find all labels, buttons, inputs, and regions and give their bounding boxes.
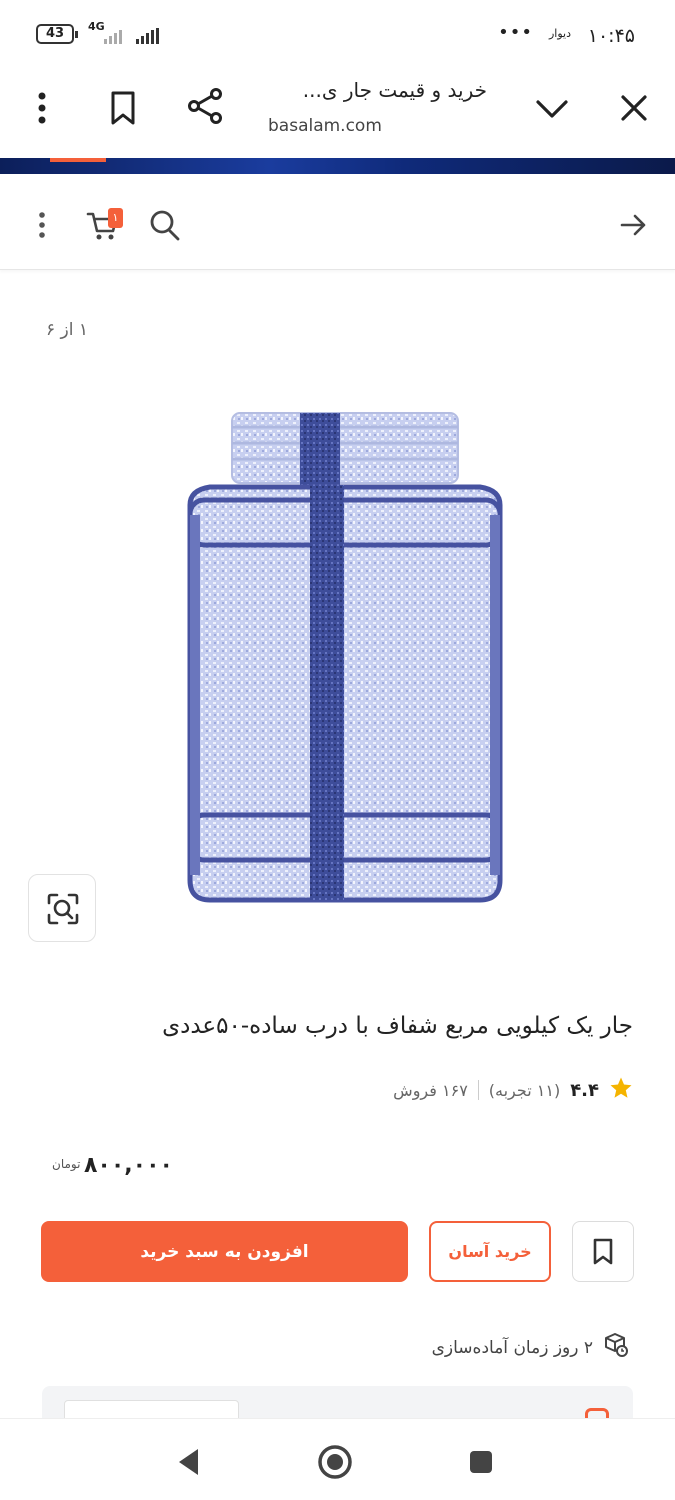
easy-buy-label: خرید آسان bbox=[448, 1242, 532, 1261]
more-options-icon[interactable] bbox=[32, 210, 52, 240]
back-icon[interactable] bbox=[176, 1447, 202, 1477]
easy-buy-button[interactable]: خرید آسان bbox=[429, 1221, 551, 1282]
arrow-right-icon[interactable] bbox=[620, 212, 648, 238]
add-to-cart-label: افزودن به سبد خرید bbox=[140, 1241, 309, 1262]
status-bar: 43 4G ••• دیوار ۱۰:۴۵ bbox=[0, 0, 675, 70]
add-to-cart-button[interactable]: افزودن به سبد خرید bbox=[41, 1221, 408, 1282]
more-menu-icon[interactable] bbox=[28, 90, 56, 126]
system-nav-bar bbox=[0, 1418, 675, 1500]
signal-icon bbox=[136, 28, 159, 44]
review-count[interactable]: (۱۱ تجربه) bbox=[489, 1081, 560, 1100]
clock: ۱۰:۴۵ bbox=[587, 25, 635, 47]
gallery-counter: ۱ از ۶ bbox=[46, 320, 89, 340]
star-icon bbox=[609, 1076, 633, 1104]
home-icon[interactable] bbox=[316, 1443, 354, 1481]
product-price: ۸۰۰,۰۰۰ bbox=[84, 1153, 173, 1178]
prep-time-text: ۲ روز زمان آماده‌سازی bbox=[431, 1337, 593, 1358]
divider bbox=[477, 1080, 479, 1100]
package-clock-icon bbox=[603, 1332, 629, 1363]
save-product-button[interactable] bbox=[572, 1221, 634, 1282]
bookmark-icon[interactable] bbox=[108, 90, 138, 126]
rating-score: ۴.۴ bbox=[570, 1079, 599, 1101]
app-header: ۱ bbox=[0, 178, 675, 270]
signal-icon-secondary bbox=[104, 28, 122, 44]
close-icon[interactable] bbox=[618, 92, 650, 124]
search-icon[interactable] bbox=[148, 208, 182, 242]
recent-apps-icon[interactable] bbox=[468, 1449, 494, 1475]
battery-indicator: 43 bbox=[36, 24, 78, 44]
bookmark-outline-icon bbox=[593, 1238, 613, 1264]
product-image[interactable] bbox=[180, 405, 510, 905]
cart-badge: ۱ bbox=[108, 208, 123, 228]
notification-app-name: دیوار bbox=[548, 27, 571, 40]
page-title[interactable]: خرید و قیمت جار ی... bbox=[303, 78, 487, 102]
preparation-time: ۲ روز زمان آماده‌سازی bbox=[432, 1332, 629, 1363]
visual-search-button[interactable] bbox=[28, 874, 96, 942]
currency-label: تومان bbox=[52, 1157, 81, 1171]
promo-banner[interactable] bbox=[0, 158, 675, 174]
chevron-down-icon[interactable] bbox=[534, 94, 570, 122]
rating-row[interactable]: ۴.۴ (۱۱ تجربه) ۱۶۷ فروش bbox=[393, 1075, 633, 1105]
product-title: جار یک کیلویی مربع شفاف با درب ساده-۵۰عد… bbox=[162, 1013, 633, 1039]
notification-dots: ••• bbox=[498, 22, 533, 43]
page-url[interactable]: basalam.com bbox=[268, 116, 382, 136]
share-icon[interactable] bbox=[186, 86, 226, 126]
network-type: 4G bbox=[88, 20, 105, 33]
browser-toolbar: خرید و قیمت جار ی... basalam.com bbox=[0, 70, 675, 158]
sales-count: ۱۶۷ فروش bbox=[393, 1080, 468, 1100]
